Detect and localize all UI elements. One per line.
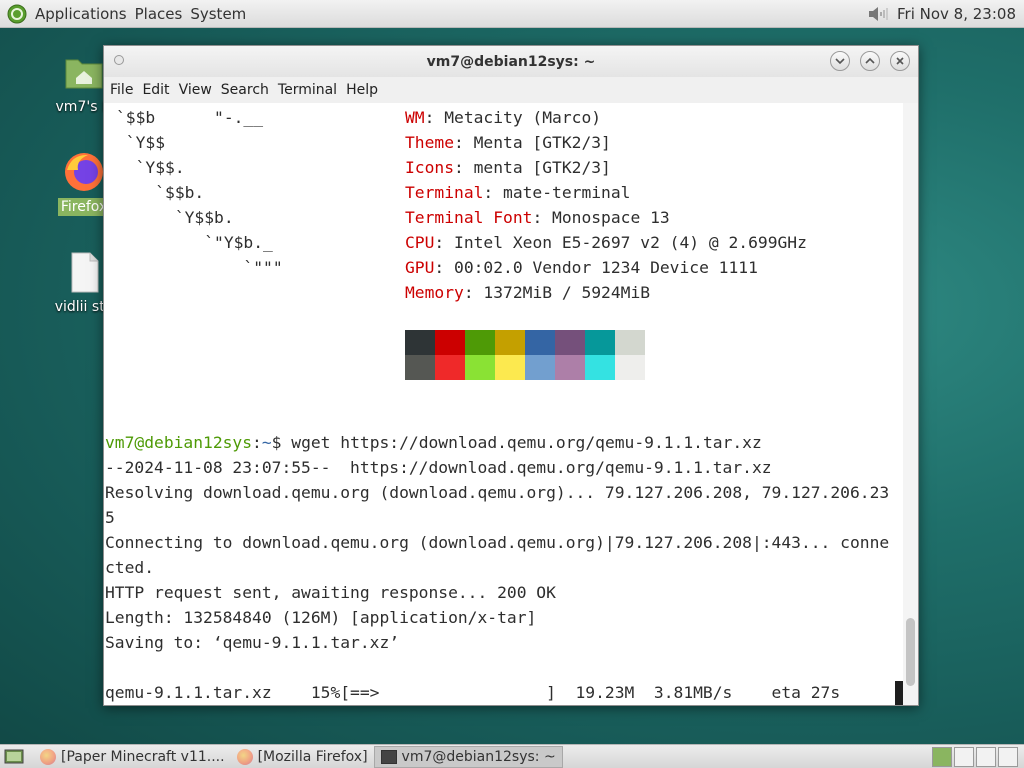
show-desktop-icon[interactable] (4, 748, 24, 766)
ascii-art-line: `$$b. (116, 183, 205, 202)
color-swatch (465, 330, 495, 355)
places-menu[interactable]: Places (131, 5, 187, 23)
output-line: Connecting to download.qemu.org (downloa… (105, 533, 890, 552)
output-line: --2024-11-08 23:07:55-- https://download… (105, 458, 772, 477)
output-line: Saving to: ‘qemu-9.1.1.tar.xz’ (105, 633, 400, 652)
download-progress-line: qemu-9.1.1.tar.xz 15%[==> ] 19.23M 3.81M… (105, 683, 841, 702)
color-swatch (585, 355, 615, 380)
color-swatch (405, 330, 435, 355)
color-swatch (495, 330, 525, 355)
applications-menu[interactable]: Applications (31, 5, 131, 23)
taskbar-item-label: [Paper Minecraft v11.... (61, 748, 225, 765)
workspace-1[interactable] (932, 746, 952, 767)
color-swatch (525, 330, 555, 355)
clock[interactable]: Fri Nov 8, 23:08 (897, 5, 1016, 23)
ascii-art-line: `$$b "-.__ (116, 108, 264, 127)
mate-logo-icon[interactable] (7, 4, 27, 24)
sysinfo-line: GPU: 00:02.0 Vendor 1234 Device 1111 (405, 258, 758, 277)
window-title: vm7@debian12sys: ~ (426, 53, 596, 70)
close-button[interactable] (890, 51, 910, 71)
color-swatch (435, 355, 465, 380)
sysinfo-line: CPU: Intel Xeon E5-2697 v2 (4) @ 2.699GH… (405, 233, 807, 252)
output-line: Resolving download.qemu.org (download.qe… (105, 483, 890, 502)
output-line: Length: 132584840 (126M) [application/x-… (105, 608, 537, 627)
color-swatch (555, 330, 585, 355)
firefox-icon (236, 748, 253, 765)
color-swatch (405, 355, 435, 380)
volume-icon[interactable] (867, 5, 889, 23)
workspace-3[interactable] (976, 746, 996, 767)
file-icon (71, 252, 99, 293)
scrollbar-thumb[interactable] (906, 618, 915, 686)
chevron-down-icon (835, 58, 845, 65)
output-line: HTTP request sent, awaiting response... … (105, 583, 556, 602)
color-swatch (585, 330, 615, 355)
window-menu-icon[interactable] (114, 55, 124, 65)
terminal-scrollbar[interactable] (903, 103, 918, 705)
taskbar-item-terminal[interactable]: vm7@debian12sys: ~ (373, 745, 563, 768)
home-folder-icon (65, 59, 103, 89)
firefox-icon (65, 153, 103, 191)
ascii-art-line: `Y$$ (116, 133, 166, 152)
color-swatch (615, 330, 645, 355)
taskbar-item-firefox[interactable]: [Mozilla Firefox] (231, 746, 374, 768)
menu-help[interactable]: Help (345, 82, 384, 98)
window-menubar: File Edit View Search Terminal Help (104, 77, 918, 103)
sysinfo-line: Memory: 1372MiB / 5924MiB (405, 283, 651, 302)
menu-edit[interactable]: Edit (141, 82, 175, 98)
top-panel: Applications Places System Fri Nov 8, 23… (0, 0, 1024, 28)
color-swatch (465, 355, 495, 380)
maximize-button[interactable] (860, 51, 880, 71)
menu-file[interactable]: File (109, 82, 139, 98)
sysinfo-line: Terminal: mate-terminal (405, 183, 631, 202)
menu-terminal[interactable]: Terminal (277, 82, 343, 98)
taskbar-item-minecraft[interactable]: [Paper Minecraft v11.... (34, 746, 231, 768)
color-swatch (555, 355, 585, 380)
sysinfo-line: Terminal Font: Monospace 13 (405, 208, 670, 227)
taskbar-item-label: vm7@debian12sys: ~ (401, 748, 556, 765)
workspace-switcher (932, 746, 1018, 767)
workspace-2[interactable] (954, 746, 974, 767)
bottom-panel: [Paper Minecraft v11.... [Mozilla Firefo… (0, 744, 1024, 768)
menu-view[interactable]: View (178, 82, 218, 98)
color-swatch (435, 330, 465, 355)
menu-search[interactable]: Search (220, 82, 275, 98)
workspace-4[interactable] (998, 746, 1018, 767)
output-line: 5 (105, 508, 115, 527)
sysinfo-line: WM: Metacity (Marco) (405, 108, 602, 127)
color-swatch (495, 355, 525, 380)
ascii-art-line: `Y$$b. (116, 208, 234, 227)
ascii-art-line: `""" (116, 258, 283, 277)
window-titlebar[interactable]: vm7@debian12sys: ~ (104, 46, 918, 77)
output-line: cted. (105, 558, 155, 577)
taskbar-item-label: [Mozilla Firefox] (257, 748, 368, 765)
sysinfo-line: Theme: Menta [GTK2/3] (405, 133, 611, 152)
system-menu[interactable]: System (186, 5, 250, 23)
minimize-button[interactable] (830, 51, 850, 71)
chevron-up-icon (865, 57, 875, 64)
close-icon (896, 57, 904, 65)
firefox-icon (40, 748, 56, 765)
color-swatch (525, 355, 555, 380)
panel-tray: Fri Nov 8, 23:08 (867, 5, 1024, 23)
ascii-art-line: `"Y$b._ (116, 233, 273, 252)
prompt-line: vm7@debian12sys:~$ wget https://download… (105, 433, 762, 452)
terminal-icon (380, 749, 397, 764)
sysinfo-line: Icons: menta [GTK2/3] (405, 158, 611, 177)
terminal-screen[interactable]: `$$b "-.__ `Y$$ `Y$$. `$$b. `Y$$b. `"Y$b… (104, 103, 904, 705)
color-swatch (615, 355, 645, 380)
terminal-window[interactable]: vm7@debian12sys: ~ File Edit View Search… (103, 45, 919, 706)
color-palette (405, 330, 645, 380)
ascii-art-line: `Y$$. (116, 158, 185, 177)
